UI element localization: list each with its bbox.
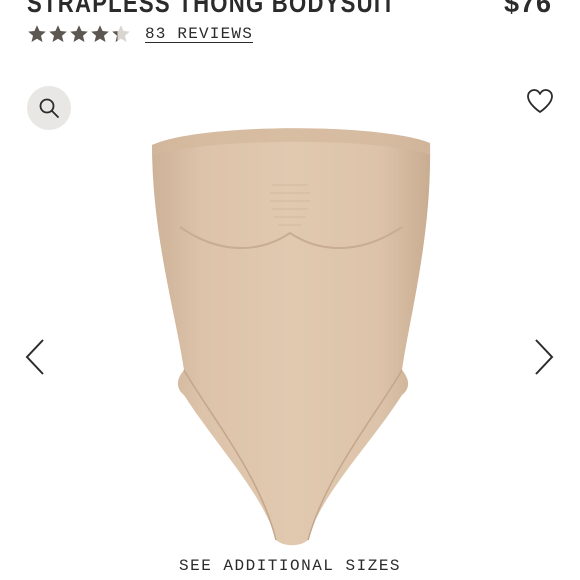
magnifier-icon (39, 98, 59, 118)
star-icon (49, 25, 67, 42)
product-title: STRAPLESS THONG BODYSUIT (27, 0, 397, 18)
chevron-right-icon (535, 339, 554, 375)
wishlist-button[interactable] (524, 85, 556, 117)
star-icon (112, 25, 130, 42)
heart-outline-icon (527, 89, 553, 113)
star-icon (91, 25, 109, 42)
next-image-button[interactable] (531, 336, 557, 378)
chevron-left-icon (25, 339, 44, 375)
product-price: $76 (503, 0, 552, 18)
previous-image-button[interactable] (22, 336, 48, 378)
star-icon (70, 25, 88, 42)
star-rating (27, 24, 131, 44)
star-icon (28, 25, 46, 42)
rating-row: 83 REVIEWS (27, 22, 253, 46)
zoom-search-button[interactable] (27, 86, 71, 130)
product-image[interactable] (140, 115, 440, 550)
reviews-link[interactable]: 83 REVIEWS (145, 25, 253, 43)
see-additional-sizes-link[interactable]: SEE ADDITIONAL SIZES (0, 557, 580, 575)
